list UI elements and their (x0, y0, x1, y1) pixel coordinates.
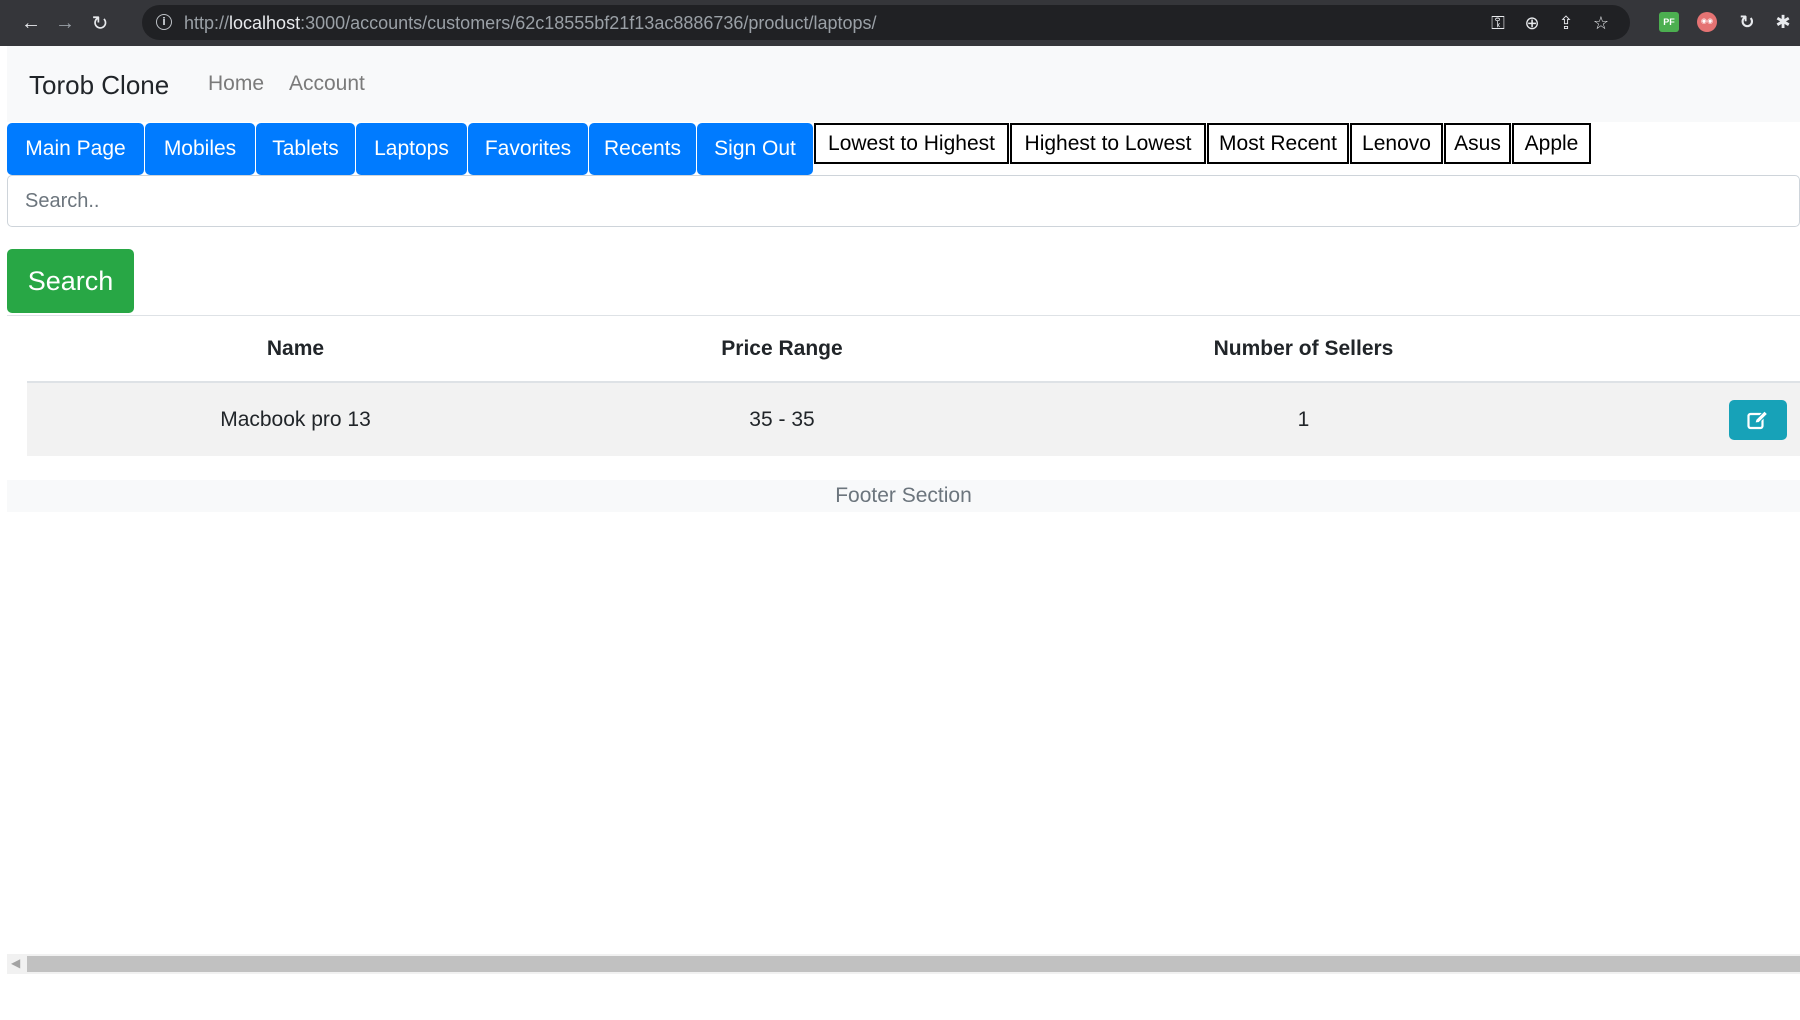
header-number-of-sellers: Number of Sellers (1000, 316, 1607, 383)
loop-extension-icon[interactable]: ↻ (1737, 12, 1757, 32)
table-row: Macbook pro 13 35 - 35 1 (27, 382, 1800, 456)
nav-link-home[interactable]: Home (208, 72, 264, 96)
horizontal-scrollbar[interactable]: ◀ (7, 954, 1800, 974)
zoom-icon[interactable]: ⊕ (1519, 10, 1545, 36)
laptops-button[interactable]: Laptops (356, 123, 467, 175)
cell-actions (1607, 382, 1800, 456)
recents-button[interactable]: Recents (589, 123, 696, 175)
tablets-button[interactable]: Tablets (256, 123, 355, 175)
share-icon[interactable]: ⇪ (1553, 10, 1579, 36)
url-host: localhost (229, 13, 301, 33)
main-page-button[interactable]: Main Page (7, 123, 144, 175)
header-price-range: Price Range (564, 316, 1000, 383)
scroll-left-arrow-icon[interactable]: ◀ (11, 956, 20, 970)
filter-asus-button[interactable]: Asus (1444, 123, 1511, 164)
page-content: Torob Clone Home Account Main Page Mobil… (7, 46, 1800, 974)
header-name: Name (27, 316, 564, 383)
table-header-row: Name Price Range Number of Sellers (27, 316, 1800, 383)
url-rest: :3000/accounts/customers/62c18555bf21f13… (300, 13, 877, 33)
footer: Footer Section (7, 480, 1800, 512)
page-left-edge (0, 46, 7, 1020)
edit-button[interactable] (1729, 399, 1787, 440)
sort-lowest-to-highest-button[interactable]: Lowest to Highest (814, 123, 1009, 164)
eyes-extension-icon[interactable]: ◉◉ (1697, 12, 1717, 32)
header-actions (1607, 316, 1800, 383)
url-text[interactable]: http://localhost:3000/accounts/customers… (184, 13, 877, 34)
scrollbar-thumb[interactable] (27, 956, 1800, 972)
sort-most-recent-button[interactable]: Most Recent (1207, 123, 1349, 164)
sign-out-button[interactable]: Sign Out (697, 123, 813, 175)
brand-title[interactable]: Torob Clone (29, 70, 169, 101)
edit-icon (1747, 409, 1769, 429)
search-input[interactable] (7, 175, 1800, 227)
extensions-puzzle-icon[interactable]: ✱ (1773, 12, 1793, 32)
cell-price-range: 35 - 35 (749, 407, 815, 431)
site-info-icon[interactable]: i (156, 14, 172, 30)
key-icon[interactable]: ⚿ (1485, 10, 1511, 36)
mobiles-button[interactable]: Mobiles (145, 123, 255, 175)
sort-highest-to-lowest-button[interactable]: Highest to Lowest (1010, 123, 1206, 164)
browser-toolbar: ← → ↻ i http://localhost:3000/accounts/c… (0, 0, 1800, 46)
bookmark-star-icon[interactable]: ☆ (1588, 10, 1614, 36)
search-button[interactable]: Search (7, 249, 134, 313)
filter-apple-button[interactable]: Apple (1512, 123, 1591, 164)
forward-icon[interactable]: → (50, 8, 80, 38)
cell-sellers: 1 (1297, 407, 1310, 431)
cell-name: Macbook pro 13 (220, 407, 371, 431)
favorites-button[interactable]: Favorites (468, 123, 588, 175)
back-icon[interactable]: ← (16, 8, 46, 38)
navbar: Torob Clone Home Account (7, 46, 1800, 122)
products-table: Name Price Range Number of Sellers Macbo… (27, 316, 1800, 456)
reload-icon[interactable]: ↻ (85, 8, 115, 38)
pf-extension-icon[interactable]: PF (1659, 12, 1679, 32)
filter-lenovo-button[interactable]: Lenovo (1350, 123, 1443, 164)
nav-link-account[interactable]: Account (289, 72, 365, 96)
address-bar[interactable]: i http://localhost:3000/accounts/custome… (142, 5, 1630, 40)
url-prefix: http:// (184, 13, 230, 33)
